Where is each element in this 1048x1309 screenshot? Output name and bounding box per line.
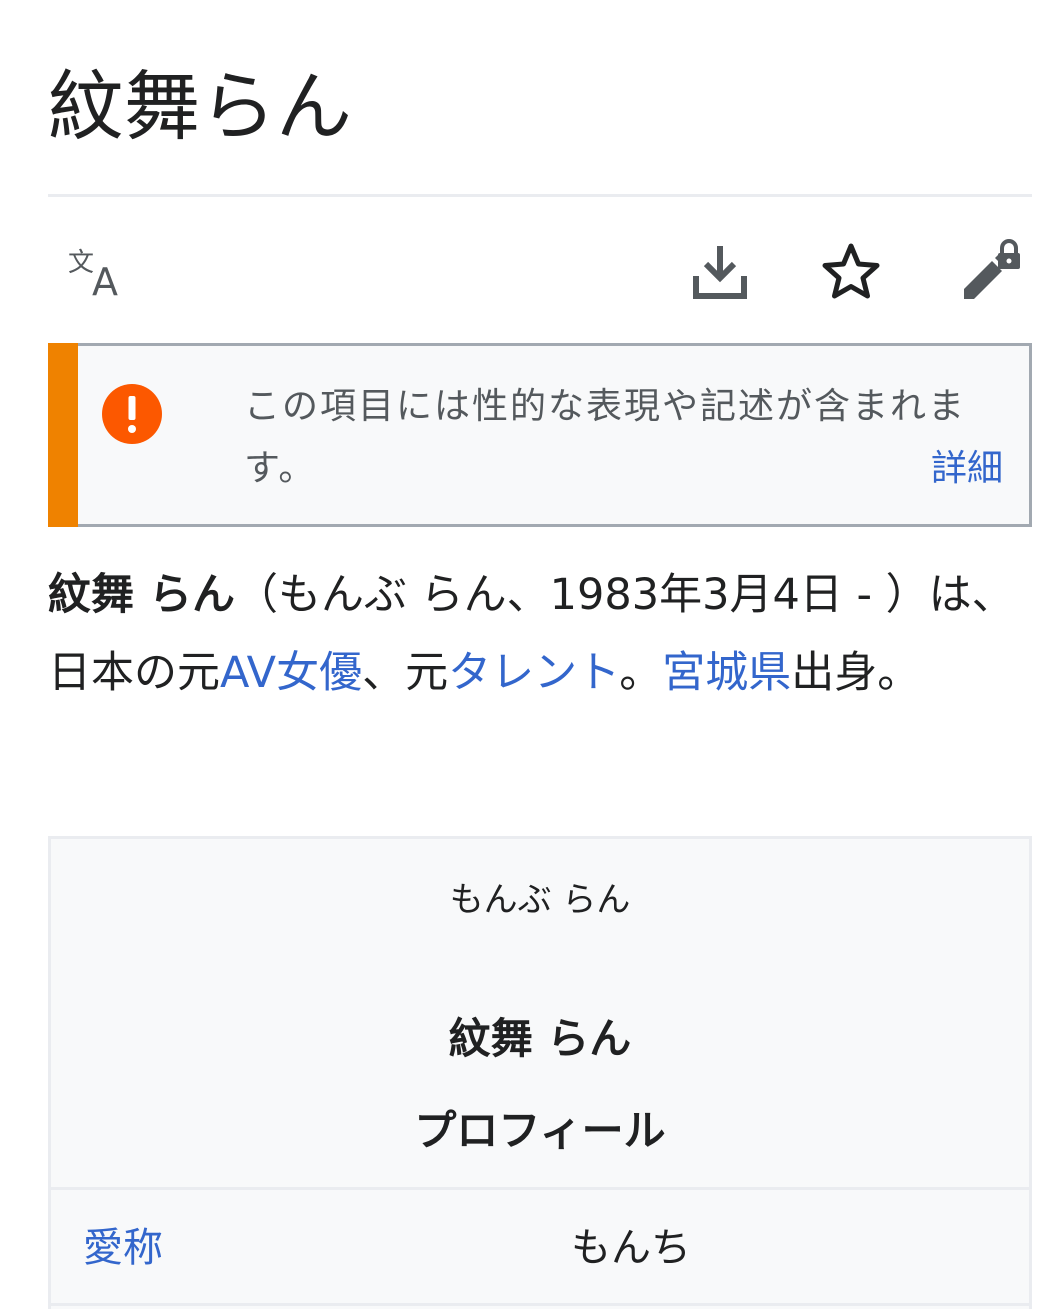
article-page: 紋舞らん 文 A この項目には性的な表現や記述が含まれます。 詳細 紋舞 らん（… xyxy=(0,0,1048,1309)
notice-message: この項目には性的な表現や記述が含まれます。 xyxy=(244,386,967,489)
page-actions-toolbar: 文 A xyxy=(48,226,1032,316)
infobox: もんぶ らん 紋舞 らん プロフィール 愛称 もんち xyxy=(48,836,1032,1309)
infobox-name: 紋舞 らん xyxy=(448,1014,632,1063)
lead-text-4: 出身。 xyxy=(791,648,921,698)
download-button[interactable] xyxy=(678,226,762,316)
svg-text:文: 文 xyxy=(68,248,94,278)
watch-star-button[interactable] xyxy=(814,226,888,316)
infobox-divider xyxy=(51,1187,1029,1190)
download-icon xyxy=(693,246,747,299)
language-icon: 文 A xyxy=(68,248,118,299)
notice-details-link[interactable]: 詳細 xyxy=(931,438,1003,500)
page-title: 紋舞らん xyxy=(48,62,352,151)
content-notice-box: この項目には性的な表現や記述が含まれます。 詳細 xyxy=(48,343,1032,527)
edit-lock-icon xyxy=(964,239,1020,299)
title-divider xyxy=(48,194,1032,197)
infobox-row-divider xyxy=(51,1303,1029,1306)
link-av-actress[interactable]: AV女優 xyxy=(220,648,362,698)
warning-icon xyxy=(102,384,162,444)
notice-accent-bar xyxy=(48,343,78,527)
infobox-section-heading: プロフィール xyxy=(414,1106,666,1155)
infobox-row-value-nickname: もんち xyxy=(571,1225,691,1271)
lead-text-2: 、元 xyxy=(362,648,449,698)
link-talent[interactable]: タレント xyxy=(448,648,619,698)
link-miyagi[interactable]: 宮城県 xyxy=(662,648,791,698)
lead-paragraph: 紋舞 らん（もんぶ らん、1983年3月4日 - ）は、日本の元AV女優、元タレ… xyxy=(48,556,1032,712)
language-button[interactable]: 文 A xyxy=(60,226,136,316)
subject-name: 紋舞 らん xyxy=(48,570,235,620)
infobox-reading: もんぶ らん xyxy=(449,880,631,920)
lead-text-3: 。 xyxy=(619,648,663,698)
star-icon xyxy=(822,243,880,299)
svg-text:A: A xyxy=(92,260,118,299)
edit-protected-button[interactable] xyxy=(948,226,1032,316)
infobox-row-label-nickname[interactable]: 愛称 xyxy=(83,1219,163,1277)
